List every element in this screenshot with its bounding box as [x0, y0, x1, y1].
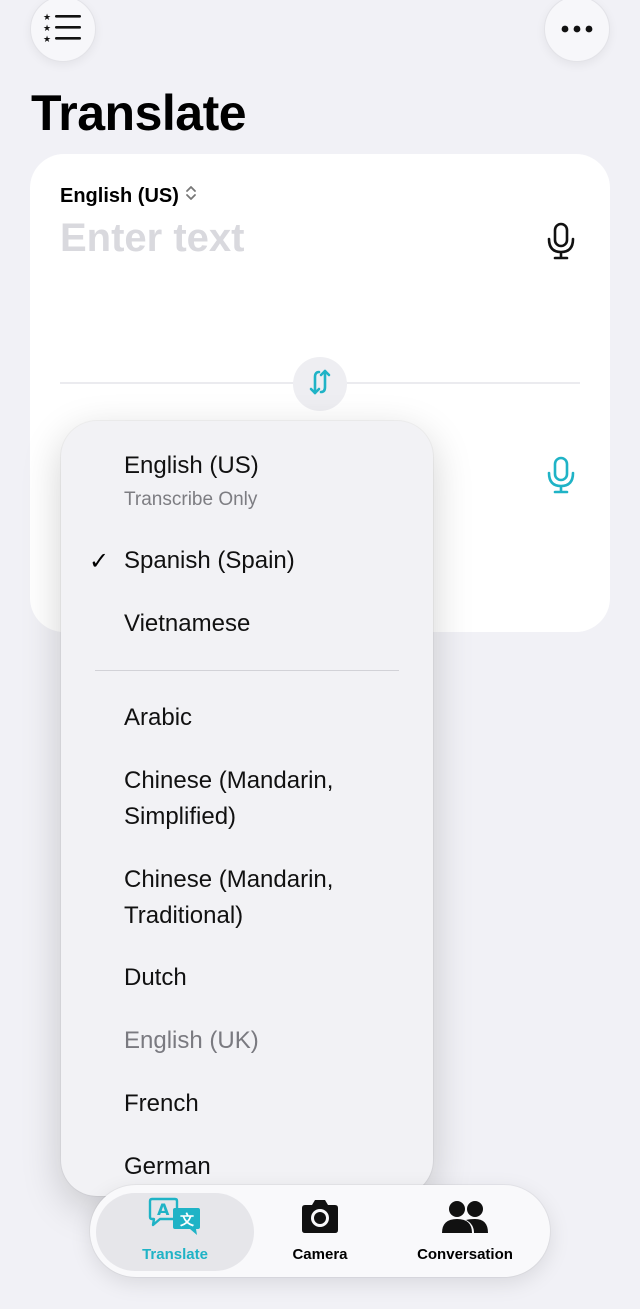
menu-item-vietnamese[interactable]: Vietnamese	[124, 606, 414, 642]
more-options-button[interactable]	[544, 0, 610, 62]
favorites-list-button[interactable]: ★ ★ ★	[30, 0, 96, 62]
svg-text:★: ★	[43, 13, 51, 23]
menu-item-arabic[interactable]: Arabic	[124, 700, 414, 736]
menu-item-dutch[interactable]: Dutch	[124, 960, 414, 996]
menu-item-german[interactable]: German	[124, 1149, 414, 1185]
tab-bar: A 文 Translate Camera Conversation	[90, 1185, 550, 1277]
menu-item-french[interactable]: French	[124, 1086, 414, 1122]
svg-text:A: A	[157, 1200, 170, 1219]
microphone-icon	[546, 456, 576, 498]
page-title: Translate	[31, 85, 247, 141]
microphone-icon	[546, 222, 576, 264]
source-microphone-button[interactable]	[546, 222, 576, 265]
camera-icon	[298, 1200, 342, 1241]
menu-item-spanish-spain[interactable]: Spanish (Spain)	[124, 543, 414, 579]
menu-item-english-uk: English (UK)	[124, 1027, 259, 1054]
menu-item-sublabel: Transcribe Only	[124, 489, 258, 510]
translate-screen: ★ ★ ★ Translate English (US) Enter text …	[0, 0, 640, 1309]
menu-item-chinese-simplified[interactable]: Chinese (Mandarin, Simplified)	[124, 763, 414, 835]
menu-item-chinese-traditional[interactable]: Chinese (Mandarin, Traditional)	[124, 862, 414, 934]
tab-conversation[interactable]: Conversation	[380, 1197, 550, 1263]
menu-item-english-us[interactable]: English (US)	[124, 448, 414, 484]
ellipsis-icon	[560, 20, 594, 38]
tab-camera[interactable]: Camera	[260, 1197, 380, 1263]
source-language-label: English (US)	[60, 184, 179, 207]
svg-text:★: ★	[43, 24, 51, 34]
tab-label: Translate	[142, 1246, 208, 1263]
menu-separator	[95, 670, 399, 671]
list-star-icon: ★ ★ ★	[43, 12, 83, 47]
swap-languages-button[interactable]	[293, 357, 347, 411]
target-microphone-button[interactable]	[546, 456, 576, 499]
svg-text:★: ★	[43, 35, 51, 42]
language-menu: English (US) Transcribe Only ✓ Spanish (…	[61, 421, 433, 1196]
text-input[interactable]: Enter text	[60, 216, 245, 261]
checkmark-icon: ✓	[89, 548, 110, 575]
tab-label: Conversation	[417, 1246, 513, 1263]
swap-arrows-icon	[306, 368, 334, 401]
people-icon	[440, 1201, 490, 1241]
chevron-up-down-icon	[185, 184, 197, 208]
tab-label: Camera	[292, 1246, 348, 1263]
svg-text:文: 文	[180, 1212, 195, 1229]
translate-bubbles-icon: A 文	[147, 1197, 203, 1241]
tab-translate[interactable]: A 文 Translate	[96, 1197, 254, 1263]
source-language-selector[interactable]: English (US)	[60, 184, 197, 208]
